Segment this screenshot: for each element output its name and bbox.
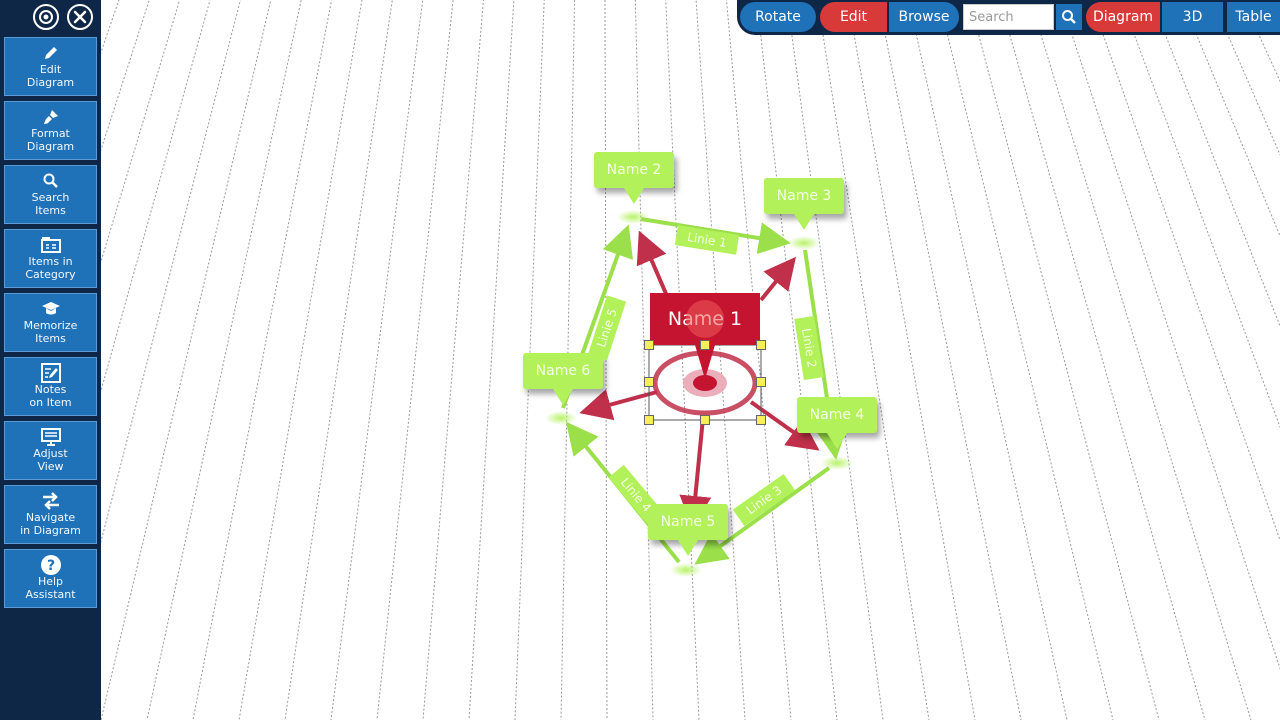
selection-handle[interactable] bbox=[756, 340, 766, 350]
monitor-icon bbox=[40, 428, 61, 446]
table-view-button[interactable]: Table bbox=[1227, 2, 1280, 32]
selection-handle[interactable] bbox=[756, 377, 766, 387]
sidebar-item-label: Navigate in Diagram bbox=[20, 511, 81, 537]
node-name-6[interactable]: Name 6 bbox=[523, 353, 603, 405]
search-input[interactable] bbox=[963, 4, 1054, 30]
sidebar-item-label: Notes on Item bbox=[29, 383, 72, 409]
sidebar-item-label: Items in Category bbox=[25, 255, 76, 281]
edit-button[interactable]: Edit bbox=[820, 2, 887, 32]
cursor-highlight bbox=[686, 300, 724, 338]
sidebar-item-navigate-in-diagram[interactable]: Navigate in Diagram bbox=[4, 485, 97, 544]
category-icon bbox=[40, 236, 61, 254]
anchor-name-3 bbox=[788, 236, 820, 250]
search-button[interactable] bbox=[1056, 4, 1082, 30]
node-name-3[interactable]: Name 3 bbox=[764, 178, 844, 230]
sidebar-item-format-diagram[interactable]: Format Diagram bbox=[4, 101, 97, 160]
sidebar-item-label: Help Assistant bbox=[25, 575, 76, 601]
node-name-1[interactable]: Name 1 bbox=[650, 293, 760, 379]
selection-handle[interactable] bbox=[644, 377, 654, 387]
sidebar-item-label: Format Diagram bbox=[26, 127, 75, 153]
node-name-2[interactable]: Name 2 bbox=[594, 152, 674, 204]
selection-handle[interactable] bbox=[700, 340, 710, 350]
help-icon: ? bbox=[40, 555, 62, 575]
sidebar-item-notes-on-item[interactable]: Notes on Item bbox=[4, 357, 97, 416]
browse-button[interactable]: Browse bbox=[889, 2, 959, 32]
sidebar-item-label: Search Items bbox=[31, 191, 70, 217]
node-name-4[interactable]: Name 4 bbox=[797, 397, 877, 449]
svg-text:?: ? bbox=[46, 558, 54, 574]
3d-view-button[interactable]: 3D bbox=[1162, 2, 1223, 32]
sidebar-item-edit-diagram[interactable]: Edit Diagram bbox=[4, 37, 97, 96]
sidebar-top-icons bbox=[33, 4, 93, 30]
arrow-to-name-6 bbox=[579, 389, 658, 421]
selection-handle[interactable] bbox=[644, 415, 654, 425]
sidebar-item-label: Edit Diagram bbox=[26, 63, 75, 89]
close-icon[interactable] bbox=[67, 4, 93, 30]
sidebar-item-items-in-category[interactable]: Items in Category bbox=[4, 229, 97, 288]
arrow-to-name-2 bbox=[636, 230, 669, 297]
sidebar: Edit Diagram Format Diagram Search Items… bbox=[0, 0, 101, 720]
notes-icon bbox=[40, 363, 61, 383]
sidebar-item-adjust-view[interactable]: Adjust View bbox=[4, 421, 97, 480]
sidebar-item-memorize-items[interactable]: Memorize Items bbox=[4, 293, 97, 352]
app-window: Name 2 Name 3 Name 4 Name 5 Name 6 Name … bbox=[0, 0, 1280, 720]
swap-arrows-icon bbox=[41, 492, 61, 510]
selection-handle[interactable] bbox=[756, 415, 766, 425]
rotate-button[interactable]: Rotate bbox=[740, 2, 816, 32]
anchor-name-2 bbox=[617, 210, 649, 224]
sidebar-item-label: Adjust View bbox=[33, 447, 68, 473]
anchor-name-6 bbox=[545, 411, 577, 425]
sidebar-item-help-assistant[interactable]: ? Help Assistant bbox=[4, 549, 97, 608]
graduation-cap-icon bbox=[41, 300, 61, 318]
search-icon bbox=[1062, 10, 1076, 24]
sidebar-item-label: Memorize Items bbox=[23, 319, 78, 345]
selection-handle[interactable] bbox=[644, 340, 654, 350]
selection-handle[interactable] bbox=[700, 415, 710, 425]
diagram-canvas[interactable] bbox=[101, 0, 1280, 720]
arrow-to-name-3 bbox=[759, 256, 797, 302]
anchor-name-5 bbox=[670, 563, 702, 577]
search-icon bbox=[42, 172, 60, 190]
sidebar-item-search-items[interactable]: Search Items bbox=[4, 165, 97, 224]
diagram-view-button[interactable]: Diagram bbox=[1086, 2, 1160, 32]
pencil-icon bbox=[42, 44, 60, 62]
brush-icon bbox=[42, 108, 60, 126]
diagram-links bbox=[545, 210, 853, 577]
target-icon[interactable] bbox=[33, 4, 59, 30]
